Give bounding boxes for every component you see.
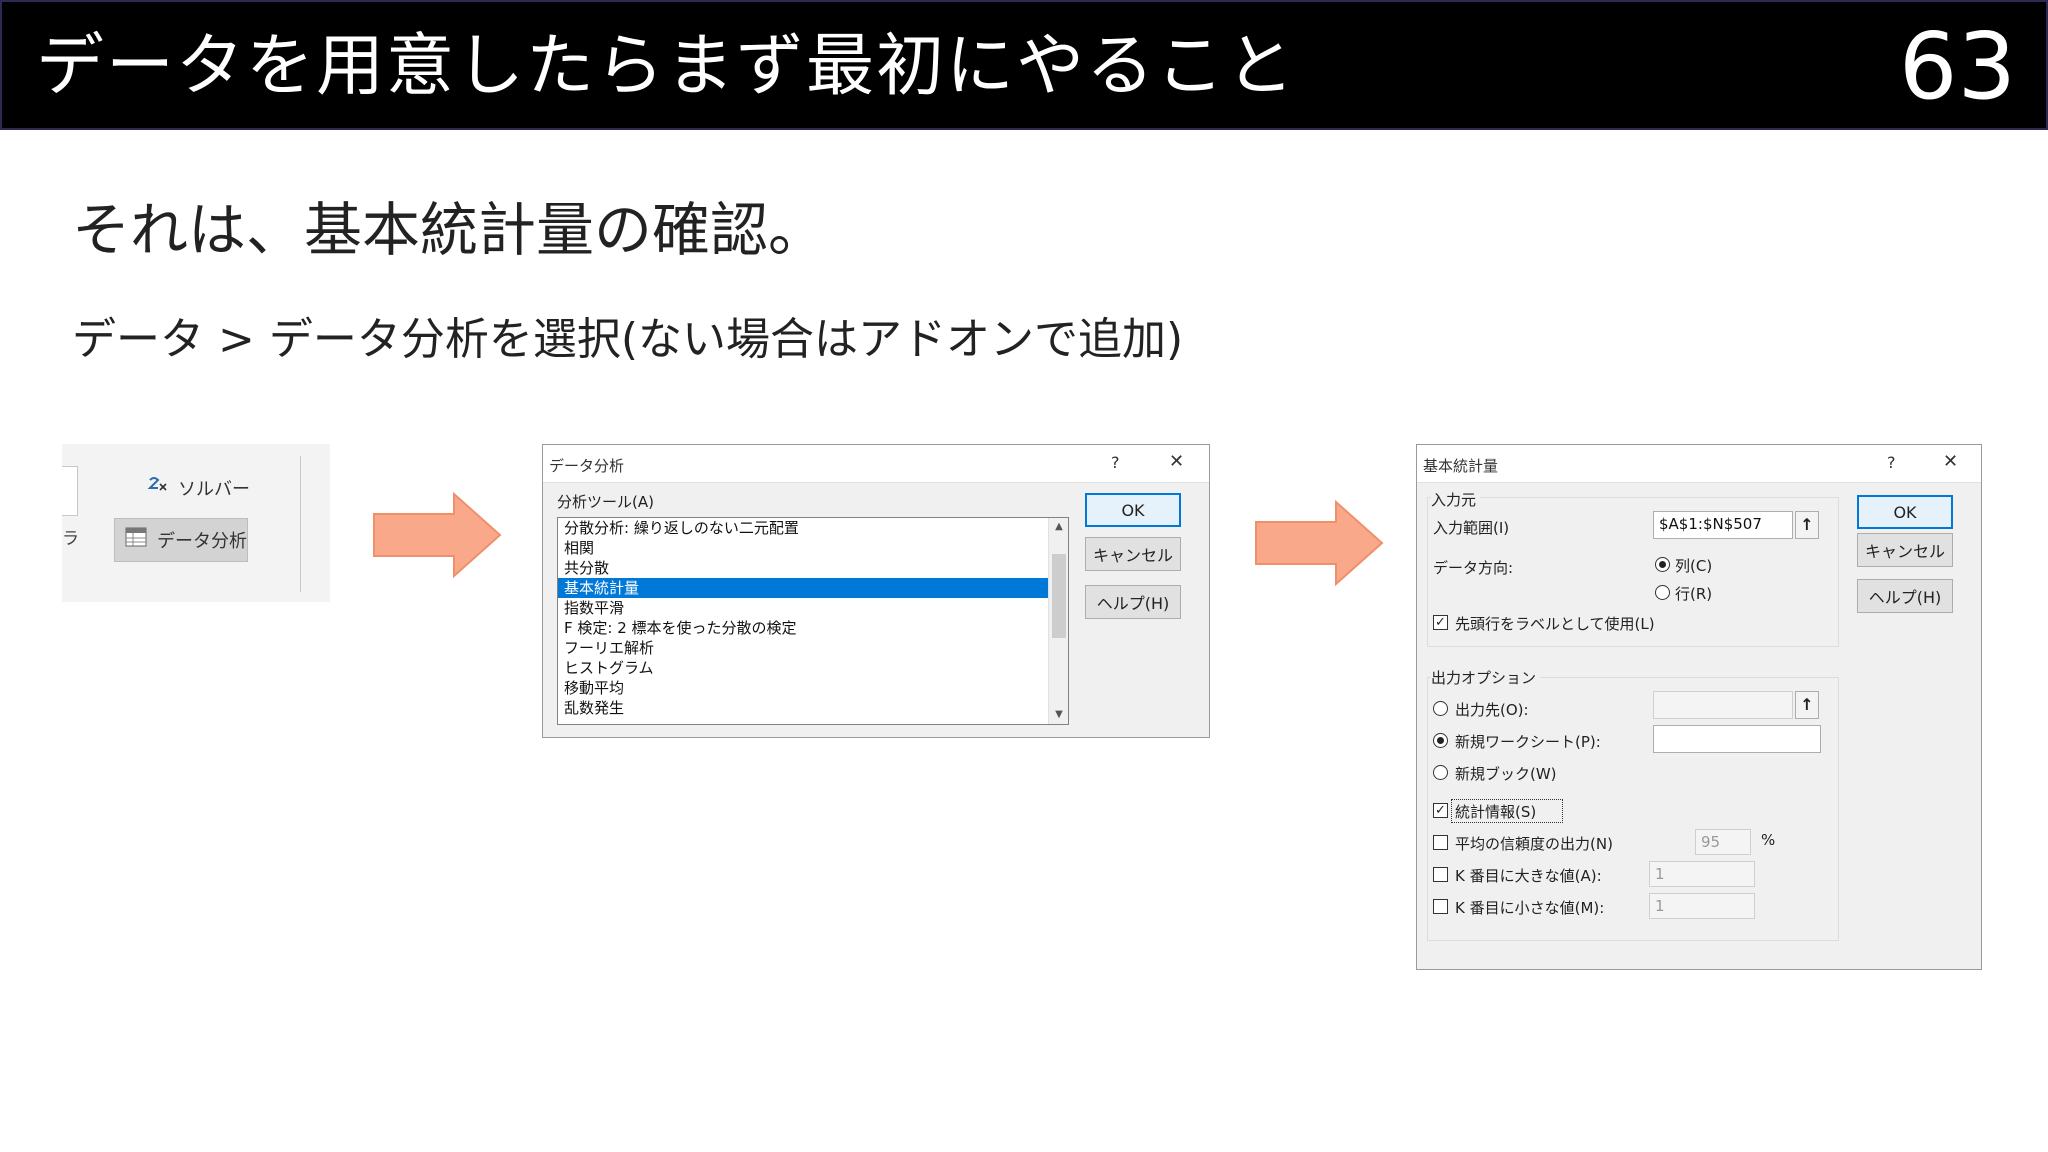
output-range-field[interactable] [1653,691,1793,719]
new-book-radio[interactable] [1433,765,1448,780]
excel-ribbon-snippet: ラ ソルバー データ分析 [62,444,330,602]
tools-list-items: 分散分析: 繰り返しのない二元配置 相関 共分散 基本統計量 指数平滑 F 検定: 2 標… [558,518,1068,718]
kth-largest-label: K 番目に大きな値(A): [1455,867,1602,885]
summary-stats-label: 統計情報(S) [1455,803,1537,821]
data-analysis-label: データ分析 [157,531,247,552]
new-sheet-radio[interactable] [1433,733,1448,748]
solver-label: ソルバー [178,479,250,500]
kth-largest-field[interactable]: 1 [1649,861,1755,887]
labels-first-row-checkbox[interactable]: ✓ [1433,615,1448,630]
ok-button[interactable]: OK [1085,493,1181,527]
slide-title-bar: データを用意したらまず最初にやること 63 [0,0,2048,130]
list-item[interactable]: 基本統計量 [558,578,1068,598]
cancel-button[interactable]: キャンセル [1085,537,1181,571]
slide-title: データを用意したらまず最初にやること [36,27,1297,106]
output-range-ref-icon[interactable]: ↑ [1795,691,1819,719]
output-group-label: 出力オプション [1431,667,1541,688]
input-range-field[interactable]: $A$1:$N$507 [1653,511,1793,539]
page-number: 63 [1898,13,2016,120]
input-range-ref-icon[interactable]: ↑ [1795,511,1819,539]
output-range-label: 出力先(O): [1455,701,1529,719]
analysis-tools-list[interactable]: 分散分析: 繰り返しのない二元配置 相関 共分散 基本統計量 指数平滑 F 検定: 2 標… [557,517,1069,725]
kth-smallest-field[interactable]: 1 [1649,893,1755,919]
slide-subtitle: それは、基本統計量の確認。 [72,196,827,264]
help-icon[interactable]: ? [1887,453,1896,472]
summary-stats-checkbox[interactable]: ✓ [1433,803,1448,818]
list-item[interactable]: フーリエ解析 [558,638,1068,658]
list-item[interactable]: 指数平滑 [558,598,1068,618]
ribbon-edge-box [62,466,78,516]
new-book-label: 新規ブック(W) [1455,765,1557,783]
confidence-checkbox[interactable] [1433,835,1448,850]
kth-smallest-checkbox[interactable] [1433,899,1448,914]
new-sheet-label: 新規ワークシート(P): [1455,733,1601,751]
close-icon[interactable]: ✕ [1943,451,1958,472]
dialog-title: データ分析 [549,457,625,475]
list-item[interactable]: 移動平均 [558,678,1068,698]
scroll-down-icon[interactable]: ▼ [1049,706,1068,724]
right-arrow-icon [373,492,502,578]
tools-label: 分析ツール(A) [557,493,654,511]
data-analysis-dialog: データ分析 ? ✕ 分析ツール(A) 分散分析: 繰り返しのない二元配置 相関 共分… [542,444,1210,738]
list-item[interactable]: 相関 [558,538,1068,558]
solver-icon [146,474,170,503]
help-icon[interactable]: ? [1111,453,1120,472]
solver-button[interactable]: ソルバー [138,470,258,506]
labels-first-row-label: 先頭行をラベルとして使用(L) [1455,615,1655,633]
data-analysis-icon [125,527,149,554]
direction-row-radio[interactable] [1655,585,1670,600]
dialog-titlebar: データ分析 ? ✕ [543,445,1209,483]
direction-column-label: 列(C) [1675,557,1713,575]
output-range-radio[interactable] [1433,701,1448,716]
new-sheet-name-field[interactable] [1653,725,1821,753]
scroll-thumb[interactable] [1052,554,1066,638]
confidence-label: 平均の信頼度の出力(N) [1455,835,1613,853]
kth-largest-checkbox[interactable] [1433,867,1448,882]
dialog-titlebar: 基本統計量 ? ✕ [1417,445,1981,483]
slide-instruction: データ > データ分析を選択(ない場合はアドオンで追加) [72,314,1184,365]
input-range-label: 入力範囲(I) [1433,519,1510,537]
direction-column-radio[interactable] [1655,557,1670,572]
direction-label: データ方向: [1433,559,1514,577]
list-item[interactable]: ヒストグラム [558,658,1068,678]
list-item[interactable]: 分散分析: 繰り返しのない二元配置 [558,518,1068,538]
list-item[interactable]: F 検定: 2 標本を使った分散の検定 [558,618,1068,638]
ribbon-left-stub: ラ [62,529,79,549]
list-item[interactable]: 乱数発生 [558,698,1068,718]
ok-button[interactable]: OK [1857,495,1953,529]
list-scrollbar[interactable]: ▲ ▼ [1048,518,1068,724]
help-button[interactable]: ヘルプ(H) [1085,585,1181,619]
help-button[interactable]: ヘルプ(H) [1857,579,1953,613]
kth-smallest-label: K 番目に小さな値(M): [1455,899,1605,917]
right-arrow-icon [1255,500,1384,586]
confidence-level-field[interactable]: 95 [1695,829,1751,855]
data-analysis-button[interactable]: データ分析 [114,518,248,562]
descriptive-statistics-dialog: 基本統計量 ? ✕ 入力元 入力範囲(I) $A$1:$N$507 ↑ データ方… [1416,444,1982,970]
list-item[interactable]: 共分散 [558,558,1068,578]
direction-row-label: 行(R) [1675,585,1713,603]
close-icon[interactable]: ✕ [1169,451,1184,472]
ribbon-divider [300,456,301,592]
scroll-up-icon[interactable]: ▲ [1049,518,1068,536]
dialog-title: 基本統計量 [1423,457,1499,475]
percent-sign: % [1761,831,1776,849]
cancel-button[interactable]: キャンセル [1857,533,1953,567]
input-group-label: 入力元 [1431,489,1481,510]
